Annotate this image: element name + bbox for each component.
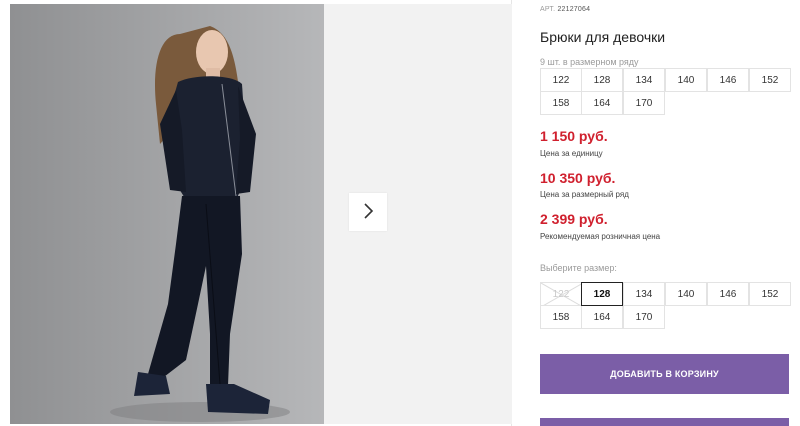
pack-size-cell: 146 — [707, 68, 749, 92]
pack-size-grid: 122 128 134 140 146 152 158 164 170 — [540, 68, 792, 115]
pack-size-cell: 122 — [540, 68, 582, 92]
pack-size-cell: 140 — [665, 68, 707, 92]
size-option[interactable]: 152 — [749, 282, 791, 306]
size-option-unavailable[interactable]: 122 — [540, 282, 582, 306]
size-option[interactable]: 140 — [665, 282, 707, 306]
size-option[interactable]: 158 — [540, 305, 582, 329]
secondary-action-button[interactable] — [540, 418, 789, 426]
price-pack: 10 350 руб. — [540, 170, 616, 186]
pack-hint: 9 шт. в размерном ряду — [540, 57, 639, 67]
product-photo — [10, 4, 324, 424]
pack-size-cell: 158 — [540, 91, 582, 115]
pack-size-cell: 152 — [749, 68, 791, 92]
price-unit-label: Цена за единицу — [540, 149, 603, 158]
price-retail: 2 399 руб. — [540, 211, 608, 227]
size-option-label: 122 — [552, 288, 570, 300]
product-gallery — [0, 0, 512, 426]
add-to-cart-button[interactable]: ДОБАВИТЬ В КОРЗИНУ — [540, 354, 789, 394]
size-option[interactable]: 134 — [623, 282, 665, 306]
size-option[interactable]: 164 — [581, 305, 623, 329]
price-pack-label: Цена за размерный ряд — [540, 190, 629, 199]
choose-size-label: Выберите размер: — [540, 263, 617, 273]
pack-size-cell: 164 — [581, 91, 623, 115]
price-retail-label: Рекомендуемая розничная цена — [540, 232, 661, 241]
size-option-selected[interactable]: 128 — [581, 282, 623, 306]
product-info-panel: АРТ. 22127064 Брюки для девочки 9 шт. в … — [540, 0, 800, 426]
article-label: АРТ. — [540, 6, 556, 13]
article-number: АРТ. 22127064 — [540, 6, 590, 13]
size-option[interactable]: 170 — [623, 305, 665, 329]
model-illustration — [10, 4, 324, 424]
gallery-next-button[interactable] — [349, 193, 387, 231]
product-title: Брюки для девочки — [540, 29, 666, 45]
size-selector: 122 128 134 140 146 152 158 164 170 — [540, 282, 792, 329]
chevron-right-icon — [362, 202, 374, 222]
pack-size-cell: 128 — [581, 68, 623, 92]
price-unit: 1 150 руб. — [540, 128, 608, 144]
article-value: 22127064 — [557, 6, 591, 13]
pack-size-cell: 134 — [623, 68, 665, 92]
size-option[interactable]: 146 — [707, 282, 749, 306]
pack-size-cell: 170 — [623, 91, 665, 115]
